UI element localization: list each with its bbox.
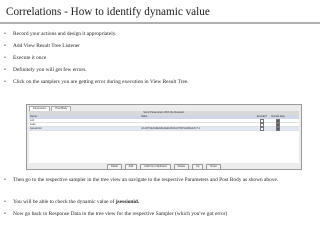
bullet-dot: • — [4, 199, 6, 205]
bullet-errors: • Definitely you will get few errors. — [4, 66, 316, 74]
bullet-text: Click on the samplers you are getting er… — [13, 79, 189, 85]
bullet-execute: • Execute it once — [4, 54, 316, 62]
bullet-record-actions: • Record your actions and design it appr… — [4, 30, 316, 38]
bullet-navigate-parameters: • Then go to the respective sampler in t… — [4, 176, 316, 184]
bullet-dot: • — [4, 43, 6, 49]
bullet-dot: • — [4, 79, 6, 85]
bullet-text: Add View Result Tree Listener — [13, 43, 80, 49]
bullet-text-before: You will be able to check the dynamic va… — [13, 199, 116, 205]
bullet-check-jsessionid: • You will be able to check the dynamic … — [4, 198, 316, 206]
bullet-text: Then go to the respective sampler in the… — [13, 177, 279, 183]
down-button: Down — [206, 164, 222, 170]
bullet-text: You will be able to check the dynamic va… — [13, 198, 316, 206]
bullet-text: Record your actions and design it approp… — [13, 31, 117, 37]
delete-button: Delete — [173, 164, 190, 170]
jmeter-parameters-screenshot: Parameters Post Body Send Parameters Wit… — [26, 104, 302, 170]
detail-button: Detail — [106, 164, 122, 170]
parameters-button-bar: Detail Add Add from Clipboard Delete Up … — [29, 164, 299, 170]
bullet-dot: • — [4, 177, 6, 183]
title-divider — [0, 22, 320, 24]
table-empty-area — [29, 131, 299, 163]
bullet-add-listener: • Add View Result Tree Listener — [4, 42, 316, 50]
add-from-clipboard-button: Add from Clipboard — [140, 164, 171, 170]
add-button: Add — [124, 164, 138, 170]
bullet-dot: • — [4, 211, 6, 217]
bullet-text: Now go back to Response Data in the tree… — [13, 211, 228, 217]
bullet-dot: • — [4, 67, 6, 73]
bullet-dot: • — [4, 55, 6, 61]
bullet-response-data: • Now go back to Response Data in the tr… — [4, 210, 316, 218]
bullet-dot: • — [4, 31, 6, 37]
slide-title: Correlations - How to identify dynamic v… — [6, 6, 210, 18]
bullet-text: Execute it once — [13, 55, 47, 61]
up-button: Up — [192, 164, 204, 170]
jsessionid-term: jsessionid. — [115, 199, 140, 205]
bullet-click-samplers: • Click on the samplers you are getting … — [4, 78, 316, 86]
bullet-text: Definitely you will get few errors. — [13, 67, 87, 73]
